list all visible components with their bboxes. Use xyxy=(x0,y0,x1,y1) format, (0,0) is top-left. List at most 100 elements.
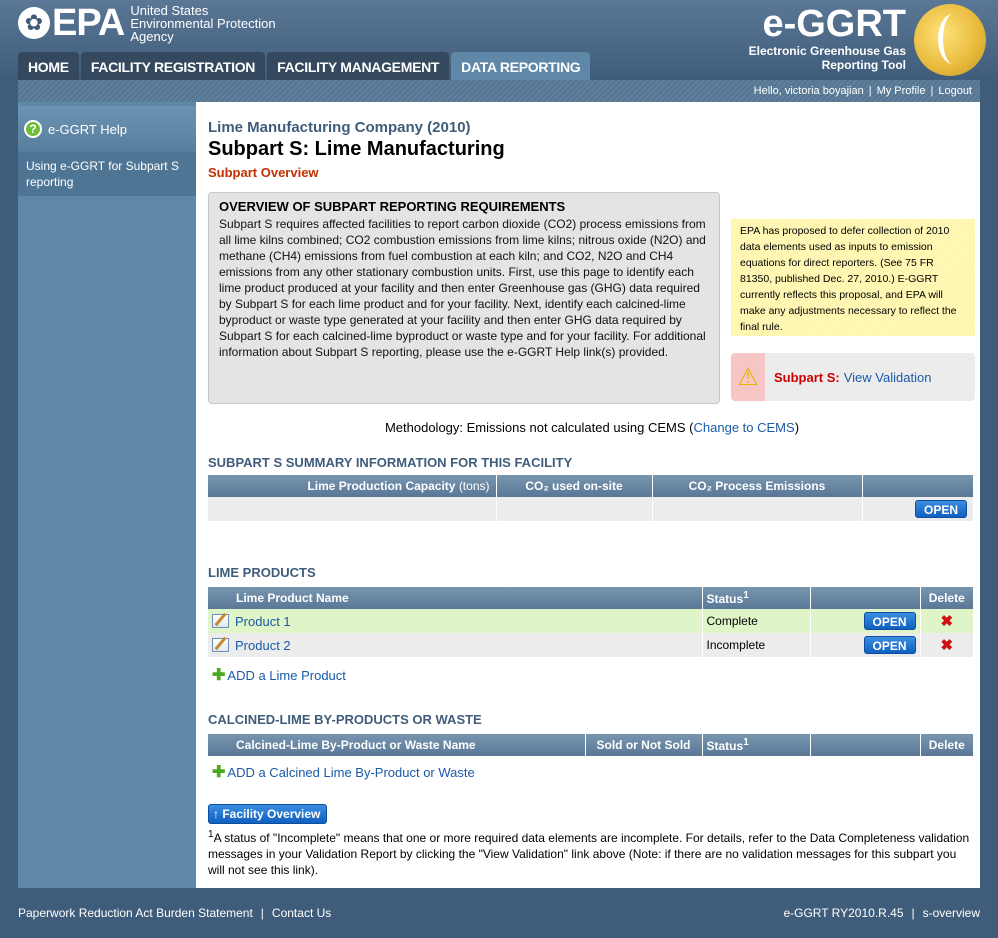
epa-logo[interactable]: ✿ EPA United States Environmental Protec… xyxy=(18,3,276,43)
product-open-button[interactable]: OPEN xyxy=(863,612,916,630)
main-content: Lime Manufacturing Company (2010) Subpar… xyxy=(208,102,976,888)
col-lime-production-capacity: Lime Production Capacity (tons) xyxy=(208,475,497,497)
user-bar: Hello, victoria boyajian | My Profile | Logo… xyxy=(18,80,980,102)
burden-statement-link[interactable]: Paperwork Reduction Act Burden Statement xyxy=(18,906,253,920)
summary-actions-cell: OPEN xyxy=(862,497,973,521)
product-name-cell: Product 2 xyxy=(208,633,703,657)
user-greeting: Hello, victoria boyajian xyxy=(753,85,864,97)
overview-box: OVERVIEW OF SUBPART REPORTING REQUIREMEN… xyxy=(208,192,720,404)
sidebar-help-link[interactable]: Using e-GGRT for Subpart S reporting xyxy=(18,152,196,196)
agency-name: United States Environmental Protection A… xyxy=(130,4,275,43)
validation-box: ⚠ Subpart S: View Validation xyxy=(731,353,975,401)
product-status: Complete xyxy=(702,609,811,633)
button-label: Facility Overview xyxy=(222,807,321,821)
col-open xyxy=(810,587,921,609)
col-label: Status xyxy=(706,592,744,606)
footnote-marker: 1 xyxy=(743,737,749,748)
up-arrow-icon: ↑ xyxy=(213,807,219,821)
logout-link[interactable]: Logout xyxy=(938,85,972,97)
add-lime-product-link[interactable]: ✚ ADD a Lime Product xyxy=(212,665,346,685)
my-profile-link[interactable]: My Profile xyxy=(877,85,926,97)
view-validation-link[interactable]: View Validation xyxy=(844,370,932,385)
delete-icon[interactable]: ✖ xyxy=(940,613,953,630)
edit-icon[interactable] xyxy=(212,637,229,652)
footnote: 1A status of "Incomplete" means that one… xyxy=(208,827,973,878)
byproducts-table: Calcined-Lime By-Product or Waste Name S… xyxy=(208,734,973,756)
product-delete-cell: ✖ xyxy=(920,633,973,657)
eggrt-logo: e-GGRT Electronic Greenhouse Gas Reporti… xyxy=(748,3,986,76)
add-label: ADD a Calcined Lime By-Product or Waste xyxy=(227,765,475,780)
product-delete-cell: ✖ xyxy=(920,609,973,633)
page-id: s-overview xyxy=(922,906,980,920)
col-lime-product-name: Lime Product Name xyxy=(208,587,703,609)
col-sold-or-not-sold: Sold or Not Sold xyxy=(585,734,703,756)
footnote-text: A status of "Incomplete" means that one … xyxy=(208,831,970,877)
product-open-button[interactable]: OPEN xyxy=(863,636,916,654)
plus-icon: ✚ xyxy=(212,764,226,781)
add-byproduct-link[interactable]: ✚ ADD a Calcined Lime By-Product or Waste xyxy=(212,762,475,782)
warning-icon-wrap: ⚠ xyxy=(731,353,765,401)
page-subtitle: Subpart Overview xyxy=(208,165,319,180)
col-actions xyxy=(862,475,973,497)
epa-flower-icon: ✿ xyxy=(18,7,50,39)
main-nav-tabs: HOME FACILITY REGISTRATION FACILITY MANA… xyxy=(18,52,591,80)
agency-line: United States xyxy=(130,2,209,18)
byproducts-section-title: CALCINED-LIME BY-PRODUCTS OR WASTE xyxy=(208,712,482,727)
lime-products-table: Lime Product Name Status1 Delete Product… xyxy=(208,587,973,657)
eggrt-subtitle: Electronic Greenhouse Gas xyxy=(748,44,906,58)
delete-icon[interactable]: ✖ xyxy=(940,637,953,654)
product-open-cell: OPEN xyxy=(810,609,921,633)
add-label: ADD a Lime Product xyxy=(227,668,346,683)
sidebar: ? e-GGRT Help Using e-GGRT for Subpart S… xyxy=(18,102,196,888)
methodology-text: Methodology: Emissions not calculated us… xyxy=(384,420,694,435)
footer-right: e-GGRT RY2010.R.45 | s-overview xyxy=(783,906,980,920)
col-delete: Delete xyxy=(920,587,973,609)
product-link[interactable]: Product 1 xyxy=(235,614,291,629)
facility-overview-button[interactable]: ↑ Facility Overview xyxy=(208,804,327,824)
tab-facility-management[interactable]: FACILITY MANAGEMENT xyxy=(267,52,450,80)
eggrt-title: e-GGRT xyxy=(762,3,906,45)
help-label: e-GGRT Help xyxy=(48,121,127,137)
overview-heading: OVERVIEW OF SUBPART REPORTING REQUIREMEN… xyxy=(219,199,566,214)
col-unit: (tons) xyxy=(458,479,490,493)
company-name: Lime Manufacturing Company (2010) xyxy=(208,119,471,136)
page-title: Subpart S: Lime Manufacturing xyxy=(208,138,505,160)
col-status: Status1 xyxy=(702,587,811,609)
col-status: Status1 xyxy=(702,734,811,756)
col-label: Lime Production Capacity xyxy=(307,479,456,493)
edit-icon[interactable] xyxy=(212,613,229,628)
product-open-cell: OPEN xyxy=(810,633,921,657)
product-status: Incomplete xyxy=(702,633,811,657)
validation-label: Subpart S: xyxy=(774,369,840,385)
change-to-cems-link[interactable]: Change to CEMS xyxy=(694,420,795,435)
deferral-note: EPA has proposed to defer collection of … xyxy=(731,219,975,336)
summary-open-button[interactable]: OPEN xyxy=(915,500,967,518)
col-co2-process-emissions: CO₂ Process Emissions xyxy=(652,475,863,497)
contact-us-link[interactable]: Contact Us xyxy=(272,906,331,920)
agency-line: Environmental Protection xyxy=(130,15,276,31)
summary-co2-process-value xyxy=(652,497,863,521)
tab-facility-registration[interactable]: FACILITY REGISTRATION xyxy=(80,52,266,80)
product-name-cell: Product 1 xyxy=(208,609,703,633)
footnote-marker: 1 xyxy=(743,590,749,601)
tab-home[interactable]: HOME xyxy=(18,52,79,80)
eggrt-subtitle: Reporting Tool xyxy=(821,58,906,72)
methodology: Methodology: Emissions not calculated us… xyxy=(208,420,976,435)
page-frame: ? e-GGRT Help Using e-GGRT for Subpart S… xyxy=(18,102,980,888)
table-row: Product 2 Incomplete OPEN ✖ xyxy=(208,633,973,657)
product-link[interactable]: Product 2 xyxy=(235,638,291,653)
overview-body: Subpart S requires affected facilities t… xyxy=(219,217,706,359)
agency-line: Agency xyxy=(130,28,174,44)
col-open xyxy=(810,734,921,756)
warning-icon: ⚠ xyxy=(737,363,759,391)
table-row: Product 1 Complete OPEN ✖ xyxy=(208,609,973,633)
col-delete: Delete xyxy=(920,734,973,756)
col-byproduct-name: Calcined-Lime By-Product or Waste Name xyxy=(208,734,586,756)
methodology-suffix: ) xyxy=(794,420,800,435)
footer-left: Paperwork Reduction Act Burden Statement… xyxy=(18,906,332,920)
epa-logo-text: EPA xyxy=(52,2,125,44)
version-label: e-GGRT RY2010.R.45 xyxy=(783,906,904,920)
tab-data-reporting[interactable]: DATA REPORTING xyxy=(451,52,591,80)
summary-capacity-value xyxy=(208,497,497,521)
header: ✿ EPA United States Environmental Protec… xyxy=(0,0,998,80)
